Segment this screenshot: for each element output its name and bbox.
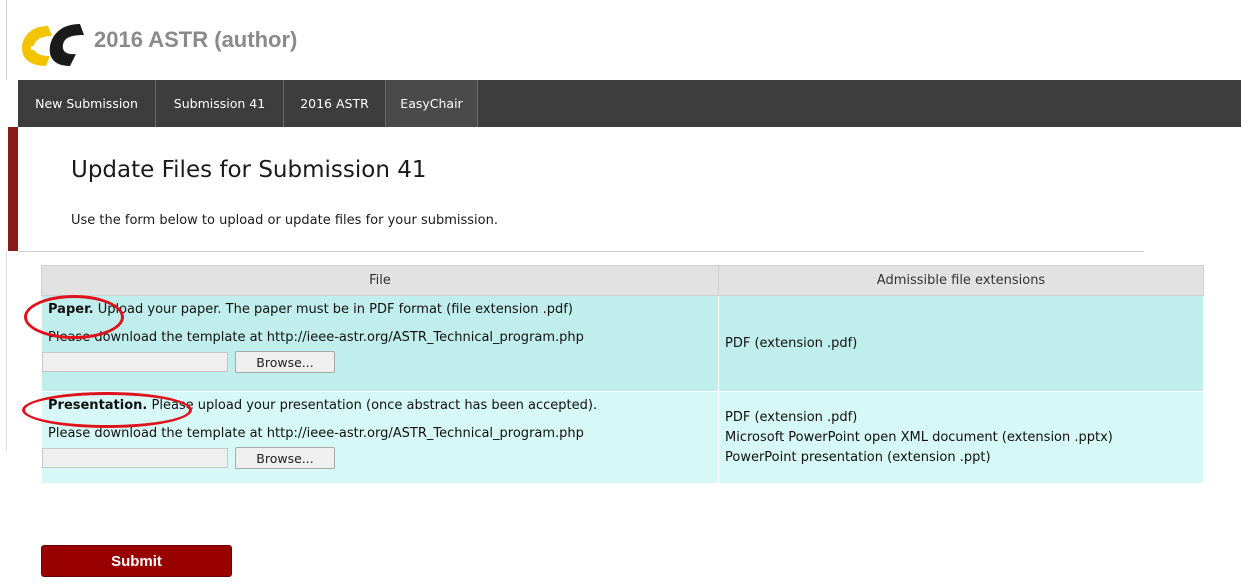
menu-new-submission[interactable]: New Submission bbox=[18, 80, 156, 127]
paper-extensions-cell: PDF (extension .pdf) bbox=[718, 295, 1204, 392]
presentation-file-path[interactable] bbox=[42, 448, 228, 468]
paper-text: Upload your paper. The paper must be in … bbox=[93, 302, 573, 317]
presentation-file-cell: Presentation. Please upload your present… bbox=[41, 391, 719, 484]
app-title: 2016 ASTR (author) bbox=[94, 27, 298, 52]
page-title: Update Files for Submission 41 bbox=[71, 157, 427, 183]
paper-label: Paper. bbox=[48, 302, 94, 317]
presentation-description: Presentation. Please upload your present… bbox=[48, 396, 712, 422]
presentation-extensions-cell: PDF (extension .pdf) Microsoft PowerPoin… bbox=[718, 391, 1204, 484]
paper-description: Paper. Upload your paper. The paper must… bbox=[48, 300, 712, 326]
paper-extension-item: PDF (extension .pdf) bbox=[725, 335, 858, 351]
paper-template-text: Please download the template at http://i… bbox=[48, 330, 584, 345]
paper-file-cell: Paper. Upload your paper. The paper must… bbox=[41, 295, 719, 392]
divider bbox=[18, 251, 1144, 252]
presentation-template-text: Please download the template at http://i… bbox=[48, 426, 584, 441]
header: 2016 ASTR (author) bbox=[0, 0, 1241, 80]
presentation-file-input[interactable]: Browse... bbox=[42, 446, 712, 469]
presentation-extension-item: PowerPoint presentation (extension .ppt) bbox=[725, 449, 991, 465]
paper-file-path[interactable] bbox=[42, 352, 228, 372]
presentation-extension-item: Microsoft PowerPoint open XML document (… bbox=[725, 429, 1113, 445]
menu-easychair[interactable]: EasyChair bbox=[386, 80, 478, 127]
table-header-row: File Admissible file extensions bbox=[41, 265, 1204, 296]
presentation-text: Please upload your presentation (once ab… bbox=[147, 398, 598, 413]
table-row-paper: Paper. Upload your paper. The paper must… bbox=[41, 295, 1204, 392]
page-subtitle: Use the form below to upload or update f… bbox=[71, 213, 498, 228]
presentation-extension-item: PDF (extension .pdf) bbox=[725, 409, 858, 425]
column-header-extensions: Admissible file extensions bbox=[718, 265, 1204, 296]
easychair-logo-icon[interactable] bbox=[18, 22, 88, 68]
menu-bar: New Submission Submission 41 2016 ASTR E… bbox=[18, 80, 1241, 127]
upload-files-table: File Admissible file extensions Paper. U… bbox=[41, 265, 1204, 484]
menu-submission-41[interactable]: Submission 41 bbox=[156, 80, 284, 127]
paper-file-input[interactable]: Browse... bbox=[42, 350, 712, 373]
page-accent-bar bbox=[8, 127, 18, 251]
menu-2016-astr[interactable]: 2016 ASTR bbox=[284, 80, 386, 127]
submit-button[interactable]: Submit bbox=[41, 545, 232, 577]
left-border-line bbox=[6, 251, 7, 451]
table-row-presentation: Presentation. Please upload your present… bbox=[41, 391, 1204, 484]
presentation-label: Presentation. bbox=[48, 398, 148, 413]
presentation-browse-button[interactable]: Browse... bbox=[235, 447, 335, 469]
paper-browse-button[interactable]: Browse... bbox=[235, 351, 335, 373]
left-border-line bbox=[6, 0, 7, 80]
column-header-file: File bbox=[41, 265, 719, 296]
